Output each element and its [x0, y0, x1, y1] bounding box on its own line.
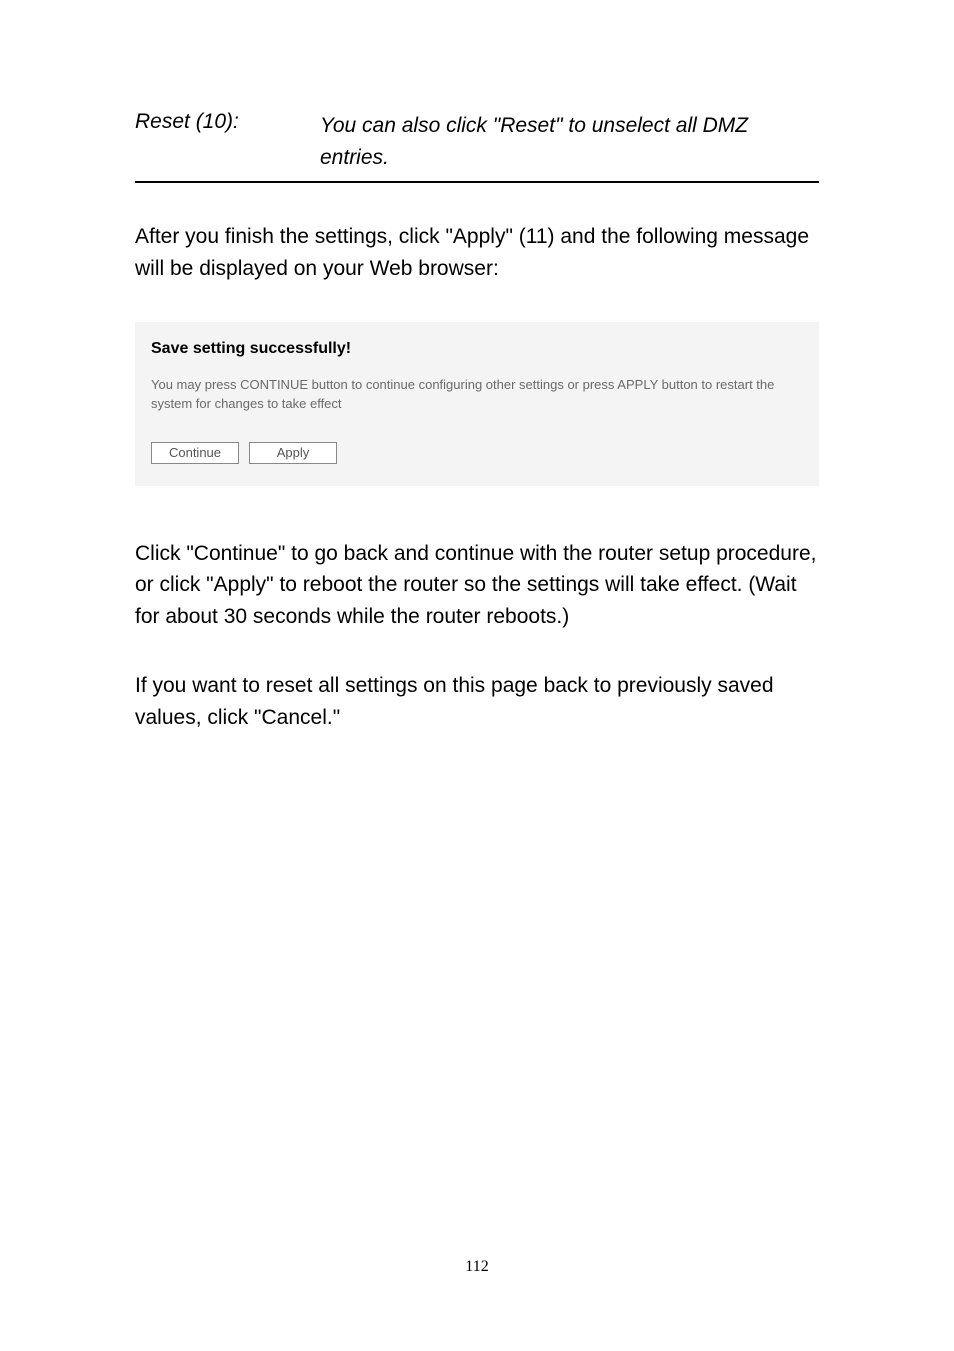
instruction-paragraph-1: After you finish the settings, click "Ap…	[135, 221, 819, 284]
button-row: Continue Apply	[151, 442, 803, 464]
save-setting-panel: Save setting successfully! You may press…	[135, 322, 819, 486]
continue-button[interactable]: Continue	[151, 442, 239, 464]
apply-button[interactable]: Apply	[249, 442, 337, 464]
save-setting-description: You may press CONTINUE button to continu…	[151, 376, 803, 414]
reset-definition-row: Reset (10): You can also click "Reset" t…	[135, 110, 819, 183]
reset-description: You can also click "Reset" to unselect a…	[320, 110, 819, 173]
reset-label: Reset (10):	[135, 110, 320, 173]
instruction-paragraph-2: Click "Continue" to go back and continue…	[135, 538, 819, 633]
instruction-paragraph-3: If you want to reset all settings on thi…	[135, 670, 819, 733]
save-setting-title: Save setting successfully!	[151, 340, 803, 358]
page-number: 112	[0, 1258, 954, 1276]
